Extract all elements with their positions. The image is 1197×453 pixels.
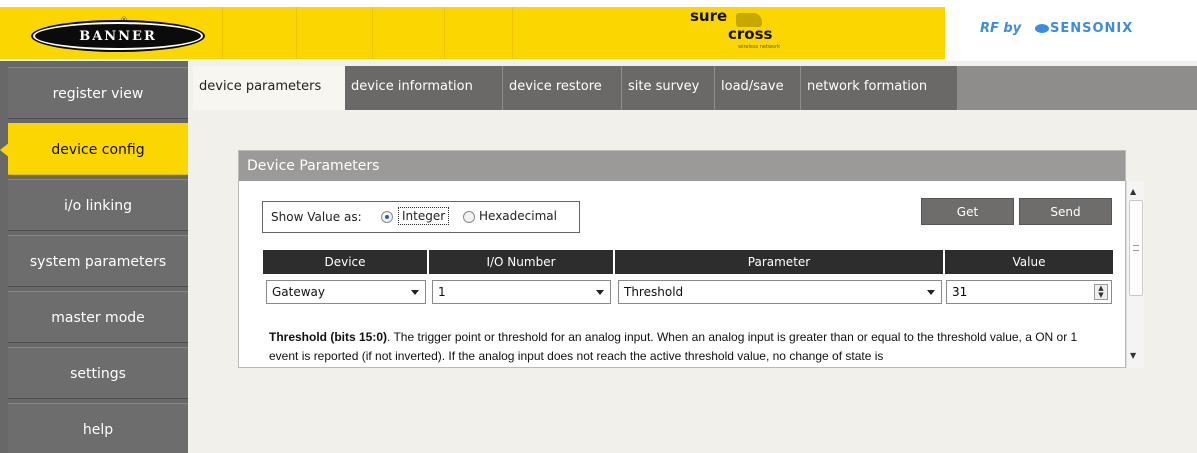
tab-network-formation[interactable]: network formation (801, 66, 958, 110)
sensonix-logo-icon (1035, 24, 1049, 33)
parameter-select-value: Threshold (624, 285, 684, 299)
scroll-down-arrow-icon[interactable]: ▼ (1130, 351, 1136, 360)
tab-device-restore[interactable]: device restore (503, 66, 622, 110)
parameter-description-text: . The trigger point or threshold for an … (269, 330, 1078, 363)
column-header-value: Value (945, 250, 1113, 274)
show-value-label: Show Value as: (271, 210, 362, 224)
surecross-logo-top: sure (690, 7, 728, 25)
sidebar-item-device-config[interactable]: device config (0, 123, 188, 175)
device-select-value: Gateway (272, 285, 326, 299)
io-number-select-value: 1 (438, 285, 446, 299)
device-parameters-panel: Device Parameters Show Value as: Integer… (238, 150, 1144, 368)
chevron-down-icon (411, 290, 419, 295)
banner-logo-text: BANNER (79, 29, 157, 44)
sidebar-item-master-mode[interactable]: master mode (8, 291, 188, 343)
banner-logo: BANNER ® (33, 16, 203, 50)
header-divider (296, 7, 297, 59)
get-button[interactable]: Get (921, 198, 1014, 225)
column-header-parameter: Parameter (615, 250, 945, 274)
parameter-description-title: Threshold (bits 15:0) (269, 330, 388, 344)
app-header: BANNER ® sure cross wireless network RF … (0, 0, 1197, 61)
hexadecimal-option-label[interactable]: Hexadecimal (479, 209, 557, 223)
sidebar-item-io-linking[interactable]: i/o linking (8, 179, 188, 231)
tab-device-information[interactable]: device information (345, 66, 503, 110)
tab-bar: device parameters device information dev… (188, 66, 1197, 110)
header-divider (512, 7, 513, 59)
integer-radio[interactable] (381, 211, 393, 223)
surecross-tagline: wireless network (738, 44, 781, 50)
sidebar-item-system-parameters[interactable]: system parameters (8, 235, 188, 287)
column-header-device: Device (263, 250, 429, 274)
value-stepper[interactable]: 31 ▲ ▼ (946, 280, 1112, 304)
io-number-select[interactable]: 1 (432, 280, 611, 304)
sidebar-item-register-view[interactable]: register view (8, 67, 188, 119)
parameter-select[interactable]: Threshold (618, 280, 942, 304)
sidebar-item-settings[interactable]: settings (8, 347, 188, 399)
surecross-logo: sure cross wireless network (688, 7, 828, 57)
header-divider (222, 7, 223, 59)
parameter-description: Threshold (bits 15:0). The trigger point… (269, 328, 1109, 366)
tab-load-save[interactable]: load/save (715, 66, 801, 110)
chevron-down-icon (927, 290, 935, 295)
show-value-group: Show Value as: Integer Hexadecimal (262, 201, 580, 233)
header-divider (372, 7, 373, 59)
chevron-down-icon (596, 290, 604, 295)
value-field[interactable]: 31 (952, 285, 967, 299)
tab-site-survey[interactable]: site survey (622, 66, 715, 110)
scrollbar-grip-icon (1133, 245, 1139, 251)
scroll-up-arrow-icon[interactable]: ▲ (1130, 187, 1136, 196)
integer-option-label[interactable]: Integer (398, 207, 450, 225)
tab-device-parameters[interactable]: device parameters (193, 66, 345, 110)
device-select[interactable]: Gateway (266, 280, 426, 304)
sensonix-logo: SENSONIX (1050, 21, 1134, 36)
send-button[interactable]: Send (1019, 198, 1112, 225)
sidebar: register view device config i/o linking … (0, 61, 188, 453)
stepper-arrows-icon[interactable]: ▲ ▼ (1094, 284, 1108, 300)
header-divider (444, 7, 445, 59)
sidebar-item-help[interactable]: help (8, 403, 188, 453)
rf-by-text: RF by (980, 21, 1022, 36)
registered-mark: ® (120, 16, 128, 24)
hexadecimal-radio[interactable] (463, 211, 475, 223)
column-header-io-number: I/O Number (429, 250, 615, 274)
panel-content: Show Value as: Integer Hexadecimal Get S… (239, 151, 1125, 368)
surecross-logo-bottom: cross (728, 25, 773, 43)
